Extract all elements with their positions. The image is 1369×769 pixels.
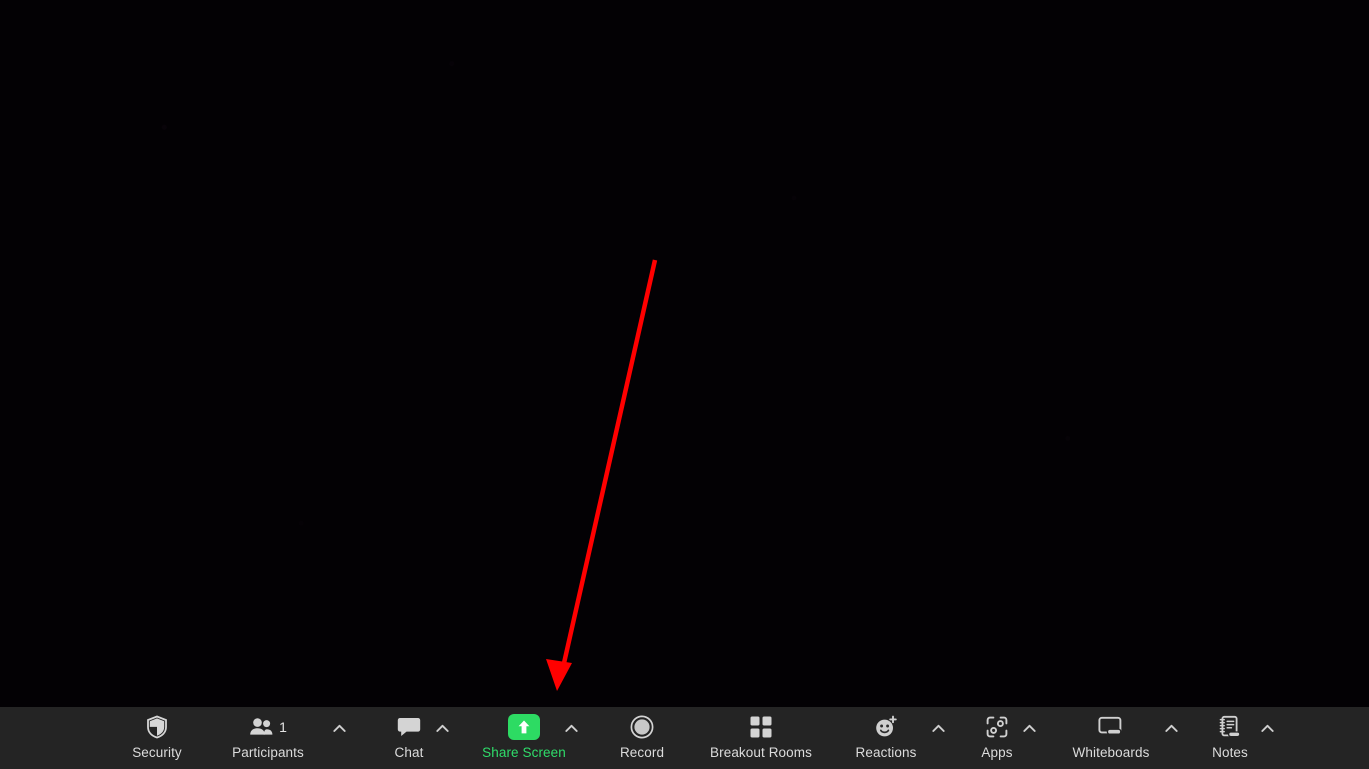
toolbar-button-chat[interactable]: Chat	[372, 707, 449, 769]
participants-icon-group: 1	[249, 714, 287, 740]
toolbar-label-whiteboards: Whiteboards	[1072, 745, 1150, 760]
reactions-chevron-up-icon[interactable]	[930, 720, 946, 736]
whiteboards-chevron-up-icon[interactable]	[1163, 720, 1179, 736]
meeting-toolbar: Security 1 Participants Chat Share Scree…	[0, 707, 1369, 769]
stage-noise-overlay	[0, 0, 1369, 707]
toolbar-label-apps: Apps	[981, 745, 1013, 760]
notes-chevron-up-icon[interactable]	[1259, 720, 1275, 736]
chat-chevron-up-icon[interactable]	[434, 720, 450, 736]
toolbar-button-apps[interactable]: Apps	[966, 707, 1036, 769]
participants-chevron-up-icon[interactable]	[331, 720, 347, 736]
toolbar-label-record: Record	[619, 745, 665, 760]
toolbar-button-whiteboards[interactable]: Whiteboards	[1054, 707, 1178, 769]
apps-frame-icon	[985, 714, 1009, 740]
apps-chevron-up-icon[interactable]	[1021, 720, 1037, 736]
chat-bubble-icon	[397, 714, 421, 740]
toolbar-button-notes[interactable]: Notes	[1198, 707, 1274, 769]
toolbar-label-share-screen: Share Screen	[482, 745, 566, 760]
toolbar-label-notes: Notes	[1212, 745, 1248, 760]
toolbar-button-security[interactable]: Security	[112, 707, 202, 769]
share-arrow-up-icon	[508, 714, 540, 740]
share-screen-icon-wrap	[508, 714, 540, 740]
toolbar-label-breakout-rooms: Breakout Rooms	[710, 745, 812, 760]
toolbar-label-reactions: Reactions	[855, 745, 917, 760]
participants-count: 1	[279, 719, 287, 735]
toolbar-label-participants: Participants	[232, 745, 304, 760]
record-circle-icon	[630, 714, 654, 740]
toolbar-button-participants[interactable]: 1 Participants	[202, 707, 346, 769]
participants-icon	[250, 718, 273, 735]
shield-icon	[146, 714, 168, 740]
toolbar-button-reactions[interactable]: Reactions	[838, 707, 945, 769]
meeting-stage	[0, 0, 1369, 707]
toolbar-label-chat: Chat	[394, 745, 424, 760]
grid-squares-icon	[749, 714, 773, 740]
share-screen-chevron-up-icon[interactable]	[563, 720, 579, 736]
toolbar-label-security: Security	[132, 745, 182, 760]
zoom-meeting-window: Security 1 Participants Chat Share Scree…	[0, 0, 1369, 769]
toolbar-button-share-screen[interactable]: Share Screen	[474, 707, 578, 769]
notepad-icon	[1219, 714, 1241, 740]
toolbar-button-breakout-rooms[interactable]: Breakout Rooms	[696, 707, 826, 769]
whiteboard-icon	[1098, 714, 1124, 740]
toolbar-button-record[interactable]: Record	[602, 707, 682, 769]
smiley-plus-icon	[874, 714, 898, 740]
